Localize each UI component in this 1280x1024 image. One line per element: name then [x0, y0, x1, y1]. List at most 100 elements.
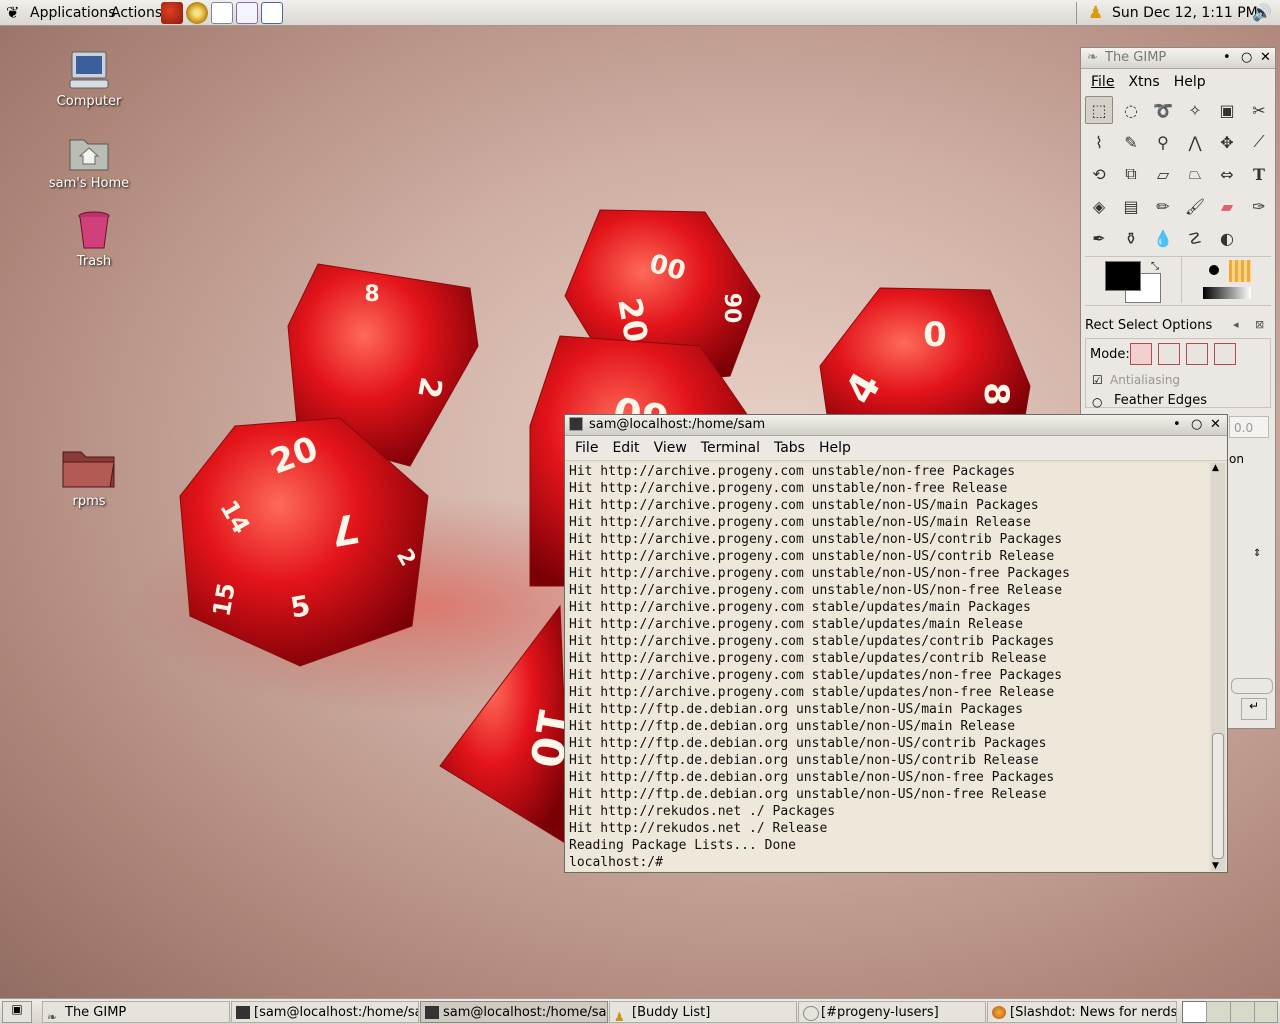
lasso-icon[interactable]: ➰: [1149, 96, 1177, 124]
mode-replace-button[interactable]: [1130, 343, 1152, 365]
user-icon[interactable]: ♟: [1088, 0, 1103, 26]
term-menu-view[interactable]: View: [654, 440, 687, 456]
zoom-icon[interactable]: ⚲: [1149, 128, 1177, 156]
flip-icon[interactable]: ⇔: [1213, 160, 1241, 188]
maximize-icon[interactable]: ○: [1191, 415, 1202, 435]
scale-icon[interactable]: ⧉: [1117, 160, 1145, 188]
term-menu-help[interactable]: Help: [819, 440, 851, 456]
bucket-fill-icon[interactable]: ◈: [1085, 192, 1113, 220]
minimize-icon[interactable]: •: [1173, 415, 1181, 435]
term-menu-tabs[interactable]: Tabs: [774, 440, 805, 456]
clock-launcher-icon[interactable]: [186, 2, 208, 24]
show-desktop-icon[interactable]: ▣: [2, 1001, 32, 1023]
mode-add-button[interactable]: [1158, 343, 1180, 365]
spin-arrows-icon[interactable]: ⇕: [1253, 548, 1267, 568]
mode-intersect-button[interactable]: [1214, 343, 1236, 365]
terminal-line: localhost:/#: [569, 855, 671, 870]
crop-icon[interactable]: ⟋: [1245, 128, 1273, 156]
gimp-menu-help[interactable]: Help: [1174, 74, 1206, 90]
close-icon[interactable]: ✕: [1260, 48, 1271, 68]
color-picker-icon[interactable]: ✎: [1117, 128, 1145, 156]
task-terminal-2[interactable]: sam@localhost:/home/sam: [420, 1001, 608, 1023]
term-menu-terminal[interactable]: Terminal: [701, 440, 760, 456]
scroll-down-icon[interactable]: ▼: [1212, 861, 1219, 871]
task-slashdot[interactable]: [Slashdot: News for nerds, s: [987, 1001, 1177, 1023]
term-menu-edit[interactable]: Edit: [612, 440, 639, 456]
workspace-switcher[interactable]: [1182, 1001, 1278, 1023]
workspace-2[interactable]: [1206, 1001, 1232, 1023]
workspace-3[interactable]: [1230, 1001, 1256, 1023]
browser-launcher-icon[interactable]: [161, 2, 183, 24]
terminal-line: Hit http://archive.progeny.com stable/up…: [569, 668, 1063, 683]
foreground-color-swatch-top[interactable]: [1105, 261, 1141, 291]
term-menu-file[interactable]: File: [575, 440, 598, 456]
paths-icon[interactable]: ⌇: [1085, 128, 1113, 156]
antialiasing-checkbox[interactable]: ☑: [1092, 373, 1103, 387]
writer-launcher-icon[interactable]: [211, 2, 233, 24]
maximize-icon[interactable]: ○: [1241, 48, 1252, 68]
actions-menu[interactable]: Actions: [111, 0, 162, 26]
shear-icon[interactable]: ▱: [1149, 160, 1177, 188]
task-terminal-1[interactable]: [sam@localhost:/home/sam: [231, 1001, 419, 1023]
brush-preview-icon[interactable]: [1209, 265, 1219, 275]
workspace-1[interactable]: [1182, 1001, 1208, 1023]
terminal-line: Hit http://archive.progeny.com stable/up…: [569, 600, 1031, 615]
blend-icon[interactable]: ▤: [1117, 192, 1145, 220]
reset-options-icon[interactable]: ↵: [1241, 698, 1267, 720]
perspective-icon[interactable]: ⏢: [1181, 160, 1209, 188]
window-menu-icon[interactable]: ❧: [1087, 48, 1098, 68]
airbrush-icon[interactable]: ✑: [1245, 192, 1273, 220]
close-icon[interactable]: ✕: [1210, 415, 1221, 435]
applications-menu[interactable]: Applications: [30, 0, 116, 26]
options-menu-icon[interactable]: ◂: [1233, 318, 1239, 331]
eraser-icon[interactable]: ▰: [1213, 192, 1241, 220]
feather-radius-input[interactable]: 0.0: [1229, 416, 1269, 438]
ink-icon[interactable]: ✒: [1085, 224, 1113, 252]
clone-icon[interactable]: ⚱: [1117, 224, 1145, 252]
calc-launcher-icon[interactable]: [261, 2, 283, 24]
presentation-launcher-icon[interactable]: [236, 2, 258, 24]
gimp-titlebar[interactable]: ❧ The GIMP • ○ ✕: [1081, 48, 1275, 69]
workspace-4[interactable]: [1254, 1001, 1278, 1023]
terminal-title: sam@localhost:/home/sam: [589, 417, 766, 432]
terminal-titlebar[interactable]: sam@localhost:/home/sam • ○ ✕: [565, 415, 1227, 436]
blur-icon[interactable]: 💧: [1149, 224, 1177, 252]
volume-icon[interactable]: 🔊: [1252, 0, 1272, 26]
smudge-icon[interactable]: ☡: [1181, 224, 1209, 252]
terminal-scrollbar[interactable]: ▲ ▼: [1211, 463, 1225, 871]
pencil-icon[interactable]: ✏: [1149, 192, 1177, 220]
color-area: ⤡: [1085, 256, 1271, 306]
rect-select-icon[interactable]: ⬚: [1085, 96, 1113, 124]
gimp-menu-xtns[interactable]: Xtns: [1128, 74, 1159, 90]
partial-label: on: [1229, 452, 1244, 466]
terminal-app-icon[interactable]: [569, 417, 583, 431]
feather-checkbox[interactable]: ○: [1092, 395, 1102, 409]
fuzzy-select-icon[interactable]: ✧: [1181, 96, 1209, 124]
task-irc[interactable]: [#progeny-lusers]: [798, 1001, 986, 1023]
scissors-icon[interactable]: ✂: [1245, 96, 1273, 124]
gimp-menu-file[interactable]: File: [1091, 74, 1114, 90]
task-buddy-list[interactable]: ♟ [Buddy List]: [609, 1001, 797, 1023]
pattern-preview-icon[interactable]: [1229, 260, 1251, 282]
ellipse-select-icon[interactable]: ◌: [1117, 96, 1145, 124]
color-select-icon[interactable]: ▣: [1213, 96, 1241, 124]
text-icon[interactable]: T: [1245, 160, 1273, 188]
swap-colors-icon[interactable]: ⤡: [1151, 261, 1159, 272]
paintbrush-icon[interactable]: 🖌: [1181, 192, 1209, 220]
antialiasing-label: Antialiasing: [1110, 373, 1181, 387]
gnome-foot-icon[interactable]: ❦: [6, 0, 19, 26]
scrollbar-thumb[interactable]: [1212, 733, 1224, 859]
clock[interactable]: Sun Dec 12, 1:11 PM: [1112, 0, 1258, 26]
mode-subtract-button[interactable]: [1186, 343, 1208, 365]
gradient-preview-icon[interactable]: [1203, 287, 1251, 299]
measure-icon[interactable]: ⋀: [1181, 128, 1209, 156]
minimize-icon[interactable]: •: [1223, 48, 1231, 68]
terminal-output[interactable]: Hit http://archive.progeny.com unstable/…: [569, 463, 1209, 871]
task-gimp[interactable]: ❧ The GIMP: [42, 1001, 230, 1023]
dodge-burn-icon[interactable]: ◐: [1213, 224, 1241, 252]
scroll-up-icon[interactable]: ▲: [1212, 463, 1219, 473]
options-scrollbar[interactable]: [1231, 678, 1273, 694]
options-close-icon[interactable]: ⊠: [1255, 318, 1264, 331]
rotate-icon[interactable]: ⟲: [1085, 160, 1113, 188]
move-icon[interactable]: ✥: [1213, 128, 1241, 156]
